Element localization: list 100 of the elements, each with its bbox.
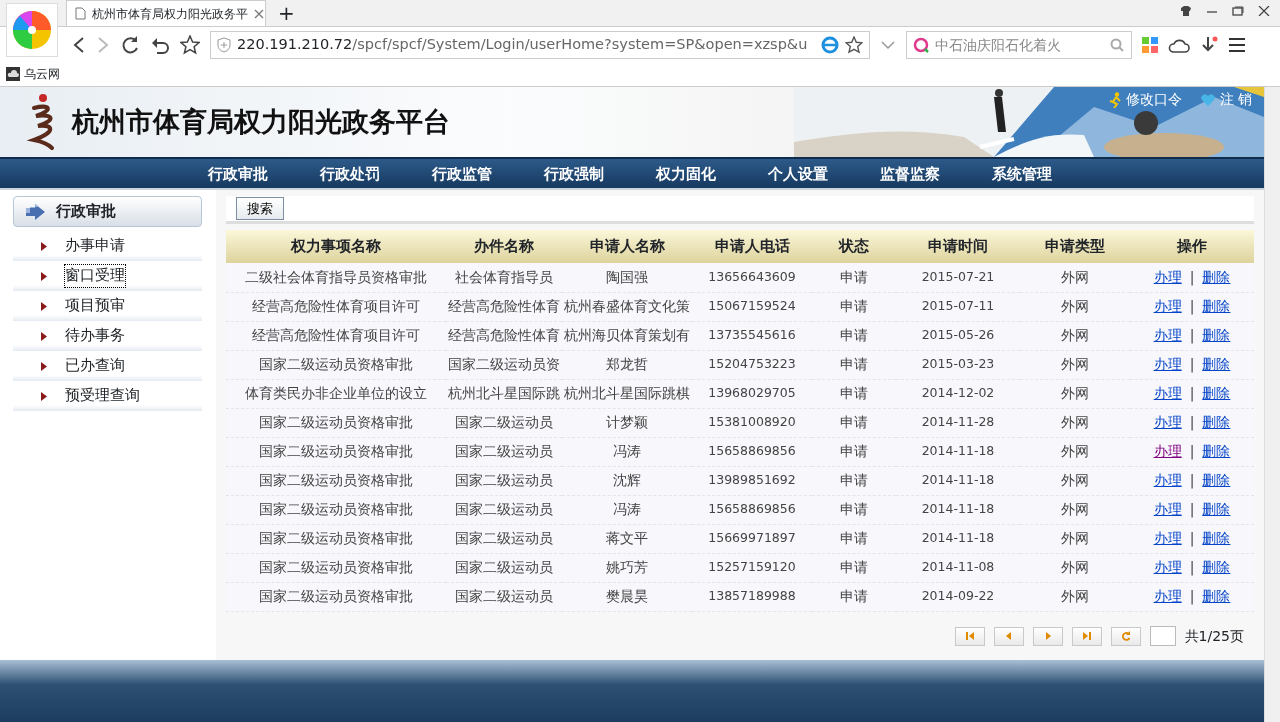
sidebar-item[interactable]: 预受理查询 xyxy=(65,385,140,407)
table-cell: 申请 xyxy=(812,495,896,524)
column-header: 操作 xyxy=(1130,230,1254,263)
table-cell: 13857189988 xyxy=(692,582,812,611)
table-cell: 2014-11-18 xyxy=(896,495,1020,524)
sidebar-item[interactable]: 待办事务 xyxy=(65,325,125,347)
table-cell: 外网 xyxy=(1020,437,1130,466)
table-cell: 樊晨昊 xyxy=(562,582,692,611)
action-link[interactable]: 办理 xyxy=(1153,356,1182,372)
table-cell: 15067159524 xyxy=(692,292,812,321)
search-button[interactable]: 搜索 xyxy=(236,196,284,221)
table-cell: 国家二级运动员资格审批 xyxy=(226,553,446,582)
browser-tab[interactable]: 杭州市体育局权力阳光政务平 xyxy=(66,0,266,26)
column-header: 权力事项名称 xyxy=(226,230,446,263)
url-text: 220.191.210.72/spcf/spcf/System/Login/userHome?system=SP&open=xzsp&u xyxy=(237,34,808,54)
separator: | xyxy=(1189,472,1195,488)
table-cell: 申请 xyxy=(812,263,896,292)
nav-link[interactable]: 系统管理 xyxy=(992,159,1104,188)
nav-link[interactable]: 个人设置 xyxy=(768,159,880,188)
action-link[interactable]: 删除 xyxy=(1202,414,1231,430)
table-cell: 杭州北斗星国际跳 xyxy=(446,379,562,408)
table-cell: 计梦颖 xyxy=(562,408,692,437)
action-link[interactable]: 删除 xyxy=(1202,530,1231,546)
table-cell: 申请 xyxy=(812,524,896,553)
action-link[interactable]: 办理 xyxy=(1153,268,1182,285)
action-link[interactable]: 删除 xyxy=(1202,385,1231,401)
sidebar-title: 行政审批 xyxy=(56,201,116,223)
action-link[interactable]: 删除 xyxy=(1202,588,1231,604)
action-link[interactable]: 办理 xyxy=(1153,414,1182,430)
header-link[interactable]: 注 销 xyxy=(1200,89,1252,110)
nav-link[interactable]: 行政强制 xyxy=(544,159,656,188)
table-cell: 郑龙哲 xyxy=(562,350,692,379)
table-cell: 13968029705 xyxy=(692,379,812,408)
sidebar-item[interactable]: 已办查询 xyxy=(65,355,125,377)
column-header: 申请人电话 xyxy=(692,230,812,263)
action-link[interactable]: 办理 xyxy=(1153,385,1182,401)
action-link[interactable]: 删除 xyxy=(1202,443,1231,459)
action-link[interactable]: 删除 xyxy=(1202,268,1231,285)
action-link[interactable]: 办理 xyxy=(1153,298,1182,314)
action-link[interactable]: 办理 xyxy=(1153,501,1182,517)
action-link[interactable]: 办理 xyxy=(1153,472,1182,488)
table-cell: 申请 xyxy=(812,553,896,582)
nav-link[interactable]: 行政处罚 xyxy=(320,159,432,188)
table-cell: 申请 xyxy=(812,408,896,437)
separator: | xyxy=(1189,559,1195,575)
search-field[interactable]: 中石油庆阳石化着火 xyxy=(906,30,1132,59)
table-cell: 国家二级运动员资格审批 xyxy=(226,466,446,495)
table-cell: 杭州北斗星国际跳棋 xyxy=(562,379,692,408)
table-cell: 13735545616 xyxy=(692,321,812,350)
table-cell: 15658869856 xyxy=(692,495,812,524)
action-link[interactable]: 删除 xyxy=(1202,472,1231,488)
table-cell: 2014-11-18 xyxy=(896,437,1020,466)
table-cell: 15669971897 xyxy=(692,524,812,553)
table-cell: 二级社会体育指导员资格审批 xyxy=(226,263,446,292)
header-link[interactable]: 修改口令 xyxy=(1108,89,1183,110)
action-link[interactable]: 办理 xyxy=(1153,559,1182,575)
table-cell: 申请 xyxy=(812,350,896,379)
address-bar[interactable]: 220.191.210.72/spcf/spcf/System/Login/userHome?system=SP&open=xzsp&u xyxy=(210,30,870,59)
action-link[interactable]: 办理 xyxy=(1153,327,1182,343)
table-cell: 国家二级运动员资 xyxy=(446,350,562,379)
table-cell: 外网 xyxy=(1020,495,1130,524)
nav-link[interactable]: 权力固化 xyxy=(656,159,768,188)
table-cell: 15381008920 xyxy=(692,408,812,437)
table-cell: 外网 xyxy=(1020,292,1130,321)
table-cell: 经营高危险性体育 xyxy=(446,292,562,321)
table-cell: 13989851692 xyxy=(692,466,812,495)
table-cell: 沈辉 xyxy=(562,466,692,495)
sidebar-item[interactable]: 窗口受理 xyxy=(65,265,125,287)
bookmark[interactable]: 乌云网 xyxy=(6,65,60,83)
table-cell: 外网 xyxy=(1020,466,1130,495)
table-cell: 国家二级运动员资格审批 xyxy=(226,495,446,524)
table-cell: 国家二级运动员资格审批 xyxy=(226,582,446,611)
nav-link[interactable]: 行政审批 xyxy=(208,159,320,188)
table-cell: 国家二级运动员资格审批 xyxy=(226,524,446,553)
table-cell: 冯涛 xyxy=(562,495,692,524)
table-cell: 社会体育指导员 xyxy=(446,263,562,292)
sidebar-item[interactable]: 项目预审 xyxy=(65,295,125,317)
action-link[interactable]: 办理 xyxy=(1153,588,1182,604)
table-cell: 2014-11-18 xyxy=(896,466,1020,495)
table-cell: 陶国强 xyxy=(562,263,692,292)
action-link[interactable]: 删除 xyxy=(1202,298,1231,314)
table-cell: 外网 xyxy=(1020,408,1130,437)
separator: | xyxy=(1189,414,1195,430)
table-cell: 外网 xyxy=(1020,350,1130,379)
nav-link[interactable]: 监督监察 xyxy=(880,159,992,188)
action-link[interactable]: 办理 xyxy=(1153,530,1182,546)
action-link[interactable]: 办理 xyxy=(1153,443,1182,459)
sidebar-item[interactable]: 办事申请 xyxy=(65,235,125,257)
new-tab-button[interactable]: + xyxy=(266,0,307,26)
table-cell: 外网 xyxy=(1020,379,1130,408)
column-header: 申请时间 xyxy=(896,230,1020,263)
action-link[interactable]: 删除 xyxy=(1202,501,1231,517)
action-link[interactable]: 删除 xyxy=(1202,327,1231,343)
separator: | xyxy=(1189,356,1195,372)
table-cell: 外网 xyxy=(1020,524,1130,553)
separator: | xyxy=(1189,501,1195,517)
action-link[interactable]: 删除 xyxy=(1202,356,1231,372)
action-link[interactable]: 删除 xyxy=(1202,559,1231,575)
table-cell: 15658869856 xyxy=(692,437,812,466)
nav-link[interactable]: 行政监管 xyxy=(432,159,544,188)
